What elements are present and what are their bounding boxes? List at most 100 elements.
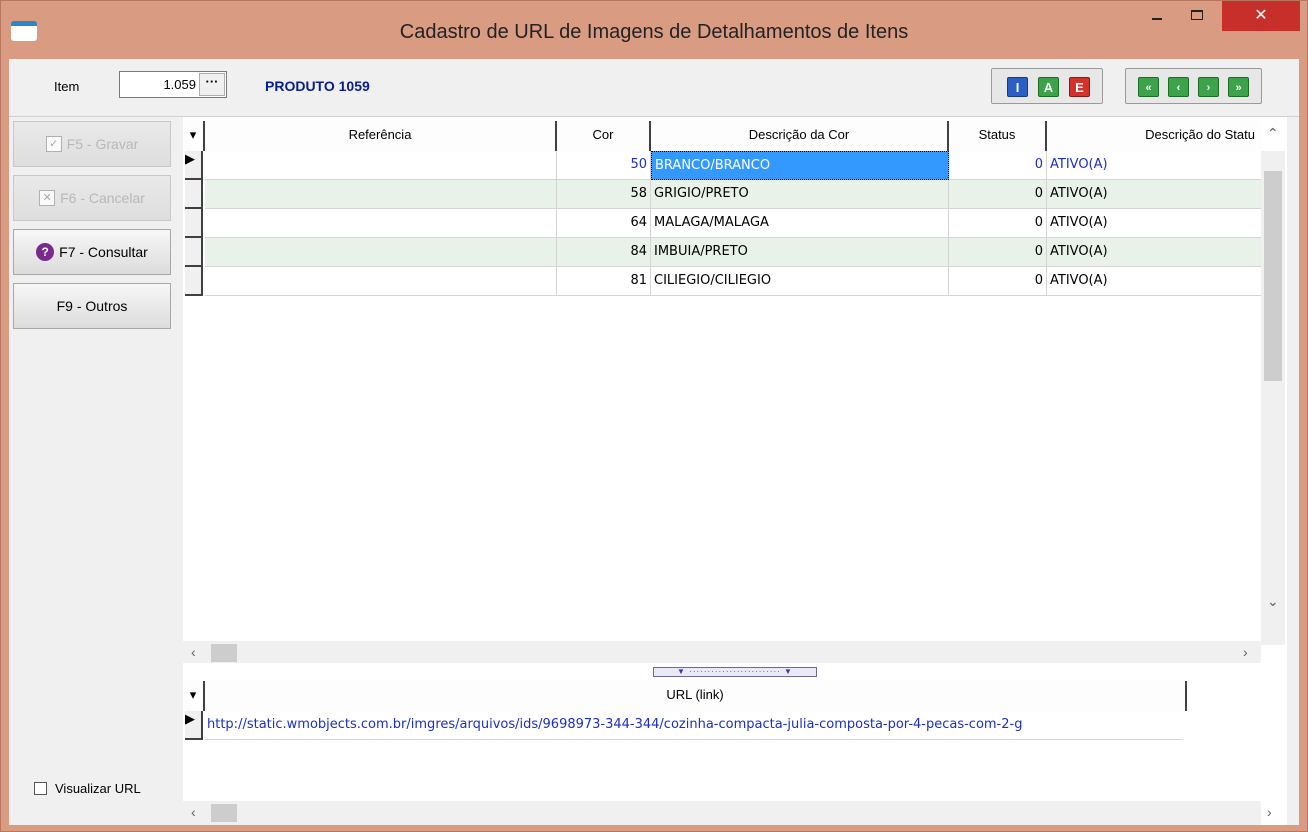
previous-record-icon[interactable]: ‹ [1168,77,1189,97]
cell-descricao-status[interactable]: ATIVO(A) [1047,180,1261,209]
cell-descricao-cor[interactable]: MALAGA/MALAGA [651,209,949,238]
table-row[interactable]: 81 CILIEGIO/CILIEGIO 0 ATIVO(A) [205,267,1261,296]
url-horizontal-scrollbar[interactable]: ‹ › [183,801,1272,825]
grid-splitter[interactable]: ▼ ························· ▼ [183,663,1287,681]
vertical-scrollbar[interactable]: ⌃ ⌄ [1261,125,1285,645]
cell-referencia[interactable] [205,180,557,209]
cell-referencia[interactable] [205,209,557,238]
alter-button[interactable]: A [1038,77,1059,97]
minimize-icon [1152,18,1162,20]
url-grid[interactable]: ▾ URL (link) ▶ http://static.wmobjects.c… [183,681,1287,825]
cell-descricao-status[interactable]: ATIVO(A) [1047,209,1261,238]
side-panel: ✓ F5 - Gravar ✕ F6 - Cancelar ? F7 - Con… [9,117,181,825]
table-row[interactable]: 84 IMBUIA/PRETO 0 ATIVO(A) [205,238,1261,267]
row-indicator[interactable] [185,267,203,296]
row-indicator[interactable] [185,238,203,267]
grid-menu-icon[interactable]: ▾ [183,121,205,151]
visualizar-url-label: Visualizar URL [55,781,141,796]
visualizar-url-checkbox[interactable] [34,782,47,795]
cell-cor[interactable]: 64 [557,209,651,238]
title-bar[interactable]: Cadastro de URL de Imagens de Detalhamen… [1,1,1307,59]
scroll-up-icon[interactable]: ⌃ [1267,125,1279,142]
cell-url[interactable]: http://static.wmobjects.com.br/imgres/ar… [205,711,1183,740]
mode-toolbar: I A E [991,68,1103,104]
row-indicator[interactable] [185,180,203,209]
scroll-left-icon[interactable]: ‹ [191,644,196,660]
scroll-right-icon[interactable]: › [1267,804,1272,820]
cell-cor[interactable]: 84 [557,238,651,267]
first-record-icon[interactable]: « [1138,77,1159,97]
horizontal-scroll-thumb[interactable] [211,644,237,662]
cell-status[interactable]: 0 [949,238,1047,267]
scroll-down-icon[interactable]: ⌄ [1267,593,1279,610]
check-icon: ✓ [45,136,62,152]
cell-status[interactable]: 0 [949,151,1047,180]
url-grid-menu-icon[interactable]: ▾ [183,681,205,711]
scroll-right-icon[interactable]: › [1243,644,1248,660]
item-field[interactable]: 1.059 ··· [119,71,227,98]
cell-descricao-cor[interactable]: BRANCO/BRANCO [651,151,949,180]
header-bar: Item 1.059 ··· PRODUTO 1059 I A E « ‹ › … [9,59,1299,117]
vertical-scroll-thumb[interactable] [1264,171,1282,381]
cell-referencia[interactable] [205,267,557,296]
cell-descricao-status[interactable]: ATIVO(A) [1047,267,1261,296]
cell-status[interactable]: 0 [949,180,1047,209]
row-indicator[interactable] [185,209,203,238]
col-cor[interactable]: Cor [557,121,651,151]
scroll-left-icon[interactable]: ‹ [191,804,196,820]
save-button[interactable]: ✓ F5 - Gravar [13,121,171,167]
item-lookup-button[interactable]: ··· [199,73,225,96]
table-row[interactable]: 58 GRIGIO/PRETO 0 ATIVO(A) [205,180,1261,209]
maximize-icon [1191,10,1203,20]
query-button[interactable]: ? F7 - Consultar [13,229,171,275]
window: Cadastro de URL de Imagens de Detalhamen… [0,0,1308,832]
cell-descricao-cor[interactable]: CILIEGIO/CILIEGIO [651,267,949,296]
insert-button[interactable]: I [1007,77,1028,97]
url-row[interactable]: http://static.wmobjects.com.br/imgres/ar… [205,711,1183,740]
product-name: PRODUTO 1059 [265,78,370,94]
table-row[interactable]: 64 MALAGA/MALAGA 0 ATIVO(A) [205,209,1261,238]
url-grid-header: ▾ URL (link) [183,681,1187,711]
last-record-icon[interactable]: » [1228,77,1249,97]
item-label: Item [54,79,80,94]
cell-status[interactable]: 0 [949,267,1047,296]
col-descricao-cor[interactable]: Descrição da Cor [651,121,949,151]
save-button-label: F5 - Gravar [66,136,139,152]
query-button-label: F7 - Consultar [59,244,148,260]
next-record-icon[interactable]: › [1198,77,1219,97]
row-indicator[interactable]: ▶ [185,151,203,180]
delete-button[interactable]: E [1069,77,1090,97]
maximize-button[interactable] [1181,1,1213,31]
item-value: 1.059 [163,77,196,92]
cell-referencia[interactable] [205,151,557,180]
cell-cor[interactable]: 81 [557,267,651,296]
cell-cor[interactable]: 58 [557,180,651,209]
window-title: Cadastro de URL de Imagens de Detalhamen… [399,21,909,43]
cell-cor[interactable]: 50 [557,151,651,180]
cell-descricao-status[interactable]: ATIVO(A) [1047,238,1261,267]
col-descricao-status[interactable]: Descrição do Statu [1047,121,1261,151]
colors-grid[interactable]: ▾ Referência Cor Descrição da Cor Status… [183,121,1287,665]
splitter-handle[interactable]: ▼ ························· ▼ [653,667,817,677]
x-icon: ✕ [39,190,56,206]
cell-descricao-status[interactable]: ATIVO(A) [1047,151,1261,180]
col-referencia[interactable]: Referência [205,121,557,151]
close-button[interactable]: ✕ [1222,1,1300,31]
cell-descricao-cor[interactable]: GRIGIO/PRETO [651,180,949,209]
cell-referencia[interactable] [205,238,557,267]
grid-area: ▾ Referência Cor Descrição da Cor Status… [183,117,1287,825]
others-button[interactable]: F9 - Outros [13,283,171,329]
col-status[interactable]: Status [949,121,1047,151]
cancel-button[interactable]: ✕ F6 - Cancelar [13,175,171,221]
visualizar-url-row[interactable]: Visualizar URL [34,781,141,796]
url-horizontal-scroll-thumb[interactable] [211,804,237,822]
cell-descricao-cor[interactable]: IMBUIA/PRETO [651,238,949,267]
horizontal-scrollbar[interactable]: ‹ › [183,641,1261,665]
minimize-button[interactable] [1141,1,1173,31]
col-url[interactable]: URL (link) [205,681,1187,711]
nav-toolbar: « ‹ › » [1125,68,1262,104]
row-indicator[interactable]: ▶ [185,711,203,740]
table-row[interactable]: 50 BRANCO/BRANCO 0 ATIVO(A) [205,151,1261,180]
cell-status[interactable]: 0 [949,209,1047,238]
others-button-label: F9 - Outros [56,298,128,314]
